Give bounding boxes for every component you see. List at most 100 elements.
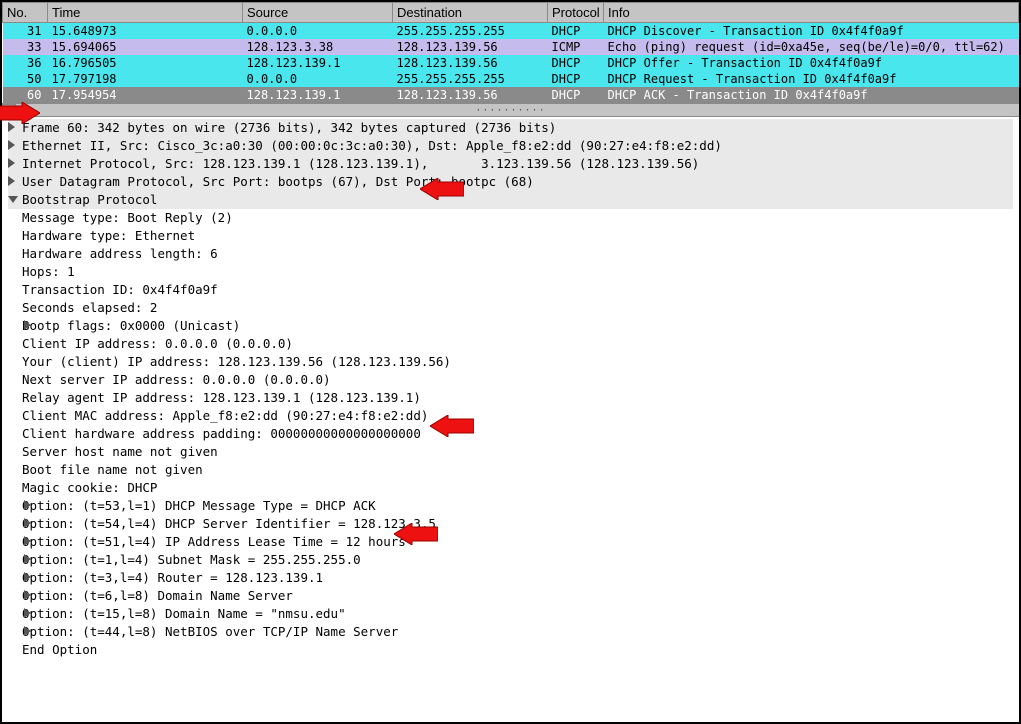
expand-icon[interactable] [24,554,34,564]
detail-field-text: Client hardware address padding: 0000000… [22,426,421,441]
detail-field-text: Option: (t=3,l=4) Router = 128.123.139.1 [22,570,323,585]
detail-field[interactable]: Option: (t=54,l=4) DHCP Server Identifie… [8,515,1013,533]
detail-field-text: Option: (t=53,l=1) DHCP Message Type = D… [22,498,376,513]
packet-cell-time: 15.648973 [48,23,243,40]
packet-cell-dst: 128.123.139.56 [393,55,548,71]
detail-field: Hardware address length: 6 [8,245,1013,263]
detail-udp[interactable]: User Datagram Protocol, Src Port: bootps… [8,173,1013,191]
packet-cell-no: 60 [3,87,48,103]
packet-cell-dst: 128.123.139.56 [393,87,548,103]
detail-field-text: Boot file name not given [22,462,203,477]
detail-field[interactable]: Option: (t=15,l=8) Domain Name = "nmsu.e… [8,605,1013,623]
packet-cell-dst: 255.255.255.255 [393,23,548,40]
col-header-source[interactable]: Source [243,3,393,23]
col-header-time[interactable]: Time [48,3,243,23]
expand-icon[interactable] [24,536,34,546]
packet-cell-proto: DHCP [548,71,604,87]
detail-field-text: Option: (t=44,l=8) NetBIOS over TCP/IP N… [22,624,398,639]
expand-icon[interactable] [24,518,34,528]
detail-field: Hardware type: Ethernet [8,227,1013,245]
expand-icon[interactable] [8,122,18,132]
packet-cell-time: 17.954954 [48,87,243,103]
packet-cell-time: 16.796505 [48,55,243,71]
detail-field-text: Server host name not given [22,444,218,459]
packet-cell-no: 50 [3,71,48,87]
detail-field-text: End Option [22,642,97,657]
packet-cell-time: 15.694065 [48,39,243,55]
detail-field: Your (client) IP address: 128.123.139.56… [8,353,1013,371]
detail-field-text: Option: (t=54,l=4) DHCP Server Identifie… [22,516,436,531]
detail-field-text: Client MAC address: Apple_f8:e2:dd (90:2… [22,408,428,423]
packet-list-body: 3115.6489730.0.0.0255.255.255.255DHCPDHC… [3,23,1019,104]
detail-field-text: Bootp flags: 0x0000 (Unicast) [22,318,240,333]
packet-cell-proto: DHCP [548,87,604,103]
expand-icon[interactable] [8,176,18,186]
detail-bootp[interactable]: Bootstrap Protocol [8,191,1013,209]
packet-cell-no: 36 [3,55,48,71]
detail-field: Magic cookie: DHCP [8,479,1013,497]
detail-field[interactable]: Option: (t=1,l=4) Subnet Mask = 255.255.… [8,551,1013,569]
col-header-destination[interactable]: Destination [393,3,548,23]
packet-row[interactable]: 6017.954954128.123.139.1128.123.139.56DH… [3,87,1019,103]
expand-icon[interactable] [24,572,34,582]
packet-cell-proto: ICMP [548,39,604,55]
detail-field: Relay agent IP address: 128.123.139.1 (1… [8,389,1013,407]
detail-field: Hops: 1 [8,263,1013,281]
detail-field-text: Hardware address length: 6 [22,246,218,261]
detail-field-text: Seconds elapsed: 2 [22,300,157,315]
packet-cell-src: 128.123.139.1 [243,55,393,71]
expand-icon[interactable] [24,608,34,618]
detail-frame[interactable]: Frame 60: 342 bytes on wire (2736 bits),… [8,119,1013,137]
detail-field[interactable]: Option: (t=6,l=8) Domain Name Server [8,587,1013,605]
detail-field-text: Magic cookie: DHCP [22,480,157,495]
packet-row[interactable]: 3115.6489730.0.0.0255.255.255.255DHCPDHC… [3,23,1019,40]
packet-details-pane: Frame 60: 342 bytes on wire (2736 bits),… [2,117,1019,663]
detail-field-text: Option: (t=6,l=8) Domain Name Server [22,588,293,603]
detail-field[interactable]: Option: (t=53,l=1) DHCP Message Type = D… [8,497,1013,515]
detail-field: Next server IP address: 0.0.0.0 (0.0.0.0… [8,371,1013,389]
detail-field: Server host name not given [8,443,1013,461]
packet-cell-info: DHCP ACK - Transaction ID 0x4f4f0a9f [604,87,1019,103]
packet-cell-info: DHCP Request - Transaction ID 0x4f4f0a9f [604,71,1019,87]
packet-cell-proto: DHCP [548,23,604,40]
detail-field-text: Transaction ID: 0x4f4f0a9f [22,282,218,297]
detail-field-text: Message type: Boot Reply (2) [22,210,233,225]
packet-cell-src: 128.123.3.38 [243,39,393,55]
detail-field-text: Hardware type: Ethernet [22,228,195,243]
detail-ethernet[interactable]: Ethernet II, Src: Cisco_3c:a0:30 (00:00:… [8,137,1013,155]
detail-field[interactable]: Option: (t=3,l=4) Router = 128.123.139.1 [8,569,1013,587]
detail-field[interactable]: Option: (t=51,l=4) IP Address Lease Time… [8,533,1013,551]
detail-field-text: Your (client) IP address: 128.123.139.56… [22,354,451,369]
expand-icon[interactable] [24,320,34,330]
horizontal-scrollbar[interactable]: ·········· [2,103,1019,117]
packet-cell-info: DHCP Discover - Transaction ID 0x4f4f0a9… [604,23,1019,40]
detail-ip[interactable]: Internet Protocol, Src: 128.123.139.1 (1… [8,155,1013,173]
packet-list-header: No. Time Source Destination Protocol Inf… [3,3,1019,23]
detail-field-text: Relay agent IP address: 128.123.139.1 (1… [22,390,421,405]
packet-row[interactable]: 5017.7971980.0.0.0255.255.255.255DHCPDHC… [3,71,1019,87]
expand-icon[interactable] [24,626,34,636]
scroll-left-button[interactable] [2,104,16,116]
col-header-protocol[interactable]: Protocol [548,3,604,23]
packet-cell-no: 31 [3,23,48,40]
pane-resize-grip[interactable]: ·········· [475,105,545,116]
detail-field[interactable]: Bootp flags: 0x0000 (Unicast) [8,317,1013,335]
packet-cell-dst: 128.123.139.56 [393,39,548,55]
detail-field[interactable]: Option: (t=44,l=8) NetBIOS over TCP/IP N… [8,623,1013,641]
detail-field: Boot file name not given [8,461,1013,479]
packet-cell-time: 17.797198 [48,71,243,87]
detail-field-text: Hops: 1 [22,264,75,279]
col-header-no[interactable]: No. [3,3,48,23]
expand-icon[interactable] [24,500,34,510]
expand-icon[interactable] [8,158,18,168]
packet-cell-no: 33 [3,39,48,55]
detail-field: Transaction ID: 0x4f4f0a9f [8,281,1013,299]
expand-icon[interactable] [24,590,34,600]
packet-cell-proto: DHCP [548,55,604,71]
collapse-icon[interactable] [8,194,18,204]
packet-row[interactable]: 3616.796505128.123.139.1128.123.139.56DH… [3,55,1019,71]
col-header-info[interactable]: Info [604,3,1019,23]
detail-field-text: Next server IP address: 0.0.0.0 (0.0.0.0… [22,372,331,387]
expand-icon[interactable] [8,140,18,150]
packet-row[interactable]: 3315.694065128.123.3.38128.123.139.56ICM… [3,39,1019,55]
